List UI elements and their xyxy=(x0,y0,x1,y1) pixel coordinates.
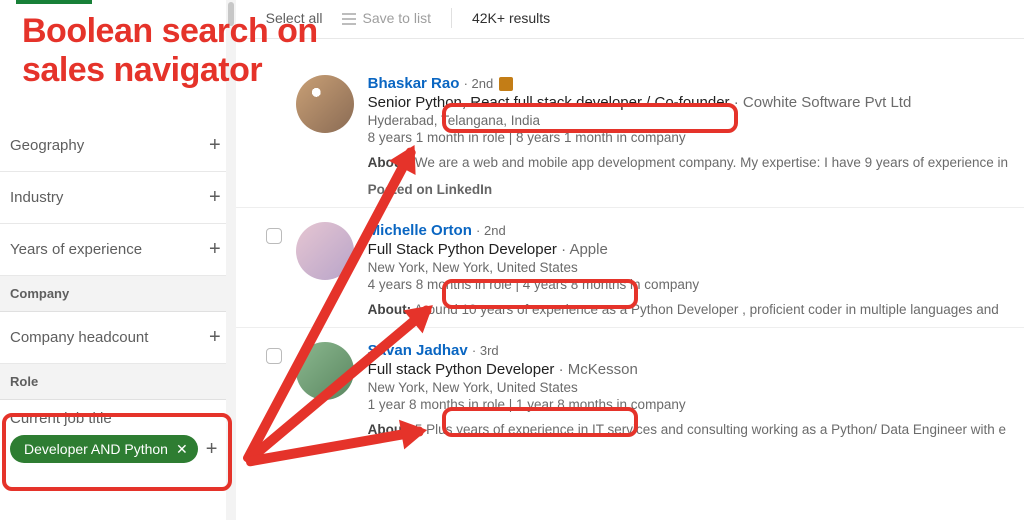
result-job-title: Full Stack Python Developer xyxy=(368,241,557,258)
close-icon[interactable]: ✕ xyxy=(176,442,188,456)
result-location: Hyderabad, Telangana, India xyxy=(368,113,1008,128)
connection-degree: · 2nd xyxy=(464,76,494,91)
plus-icon: + xyxy=(209,134,221,157)
about-label: About: xyxy=(368,422,411,437)
result-company: · McKesson xyxy=(559,361,638,378)
result-name-link[interactable]: Michelle Orton xyxy=(368,222,472,239)
save-to-list-button[interactable]: Save to list xyxy=(342,10,430,26)
select-checkbox[interactable] xyxy=(266,348,282,364)
select-checkbox[interactable] xyxy=(266,228,282,244)
annotation-title: Boolean search on sales navigator xyxy=(22,12,318,90)
active-tab-indicator xyxy=(16,0,92,4)
filter-industry[interactable]: Industry + xyxy=(0,172,235,224)
filter-label: Current job title xyxy=(10,410,225,427)
results-panel: Select all Save to list 42K+ results Bha… xyxy=(236,0,1024,520)
plus-icon: + xyxy=(209,238,221,261)
result-about: 5 Plus years of experience in IT service… xyxy=(415,422,1006,437)
result-tenure: 4 years 8 months in role | 4 years 8 mon… xyxy=(368,277,1008,292)
result-name-link[interactable]: Bhaskar Rao xyxy=(368,75,460,92)
result-card: Bhaskar Rao · 2nd Senior Python, React f… xyxy=(236,39,1024,208)
results-list: Bhaskar Rao · 2nd Senior Python, React f… xyxy=(236,39,1024,520)
results-count: 42K+ results xyxy=(472,10,550,26)
result-tenure: 1 year 8 months in role | 1 year 8 month… xyxy=(368,397,1008,412)
premium-badge-icon xyxy=(499,77,513,91)
filter-chip[interactable]: Developer AND Python ✕ xyxy=(10,435,198,463)
filter-label: Geography xyxy=(10,137,84,154)
filter-label: Years of experience xyxy=(10,241,142,258)
list-icon xyxy=(342,12,356,24)
result-card: Michelle Orton · 2nd Full Stack Python D… xyxy=(236,208,1024,328)
result-location: New York, New York, United States xyxy=(368,260,1008,275)
filter-years-of-experience[interactable]: Years of experience + xyxy=(0,224,235,276)
result-company: · Apple xyxy=(561,241,608,258)
divider xyxy=(451,8,452,28)
section-header-company: Company xyxy=(0,276,235,312)
result-card: Savan Jadhav · 3rd Full stack Python Dev… xyxy=(236,328,1024,447)
filter-geography[interactable]: Geography + xyxy=(0,120,235,172)
about-label: About: xyxy=(368,155,411,170)
add-filter-button[interactable]: + xyxy=(206,438,218,461)
result-tenure: 8 years 1 month in role | 8 years 1 mont… xyxy=(368,130,1008,145)
posted-on-text: Posted on LinkedIn xyxy=(368,182,1008,197)
save-to-list-label: Save to list xyxy=(362,10,430,26)
avatar[interactable] xyxy=(296,222,354,280)
result-about: We are a web and mobile app development … xyxy=(415,155,1008,170)
plus-icon: + xyxy=(209,186,221,209)
filter-label: Industry xyxy=(10,189,63,206)
chip-label: Developer AND Python xyxy=(24,441,168,457)
result-location: New York, New York, United States xyxy=(368,380,1008,395)
filter-current-job-title: Current job title Developer AND Python ✕… xyxy=(0,400,235,487)
results-toolbar: Select all Save to list 42K+ results xyxy=(236,0,1024,39)
result-company: · Cowhite Software Pvt Ltd xyxy=(734,94,912,111)
connection-degree: · 3rd xyxy=(472,343,499,358)
result-job-title: Full stack Python Developer xyxy=(368,361,555,378)
result-about: Around 10 years of experience as a Pytho… xyxy=(414,302,999,317)
about-label: About: xyxy=(368,302,411,317)
filter-company-headcount[interactable]: Company headcount + xyxy=(0,312,235,364)
connection-degree: · 2nd xyxy=(476,223,506,238)
result-job-title: Senior Python, React full stack develope… xyxy=(368,94,730,111)
plus-icon: + xyxy=(209,326,221,349)
result-name-link[interactable]: Savan Jadhav xyxy=(368,342,468,359)
filter-label: Company headcount xyxy=(10,329,148,346)
section-header-role: Role xyxy=(0,364,235,400)
avatar[interactable] xyxy=(296,342,354,400)
